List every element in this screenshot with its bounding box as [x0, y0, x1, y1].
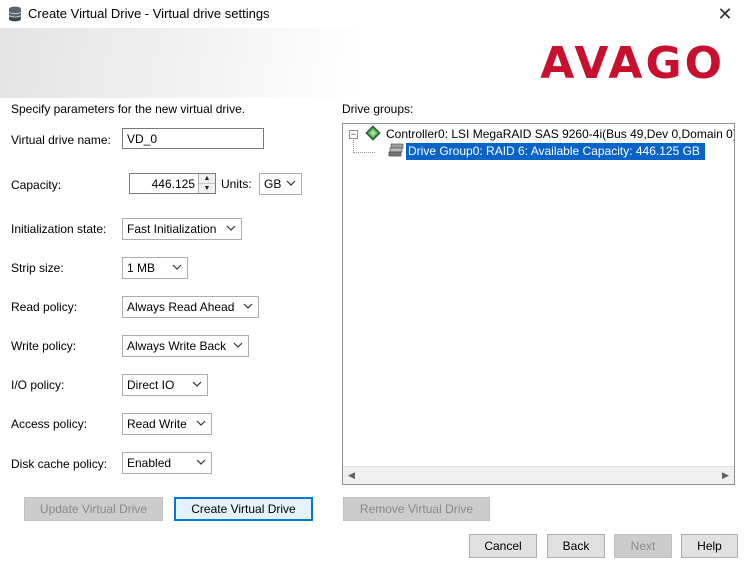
drive-groups-tree[interactable]: − Controller0: LSI MegaRAID SAS 9260-4i(… [342, 123, 735, 485]
chevron-down-icon [233, 342, 243, 348]
create-virtual-drive-button[interactable]: Create Virtual Drive [174, 497, 313, 521]
controller-node[interactable]: Controller0: LSI MegaRAID SAS 9260-4i(Bu… [386, 127, 734, 141]
capacity-spin-buttons: ▲ ▼ [198, 174, 215, 193]
units-label: Units: [221, 177, 252, 191]
drive-stack-icon [388, 143, 404, 157]
drive-groups-label: Drive groups: [342, 102, 414, 116]
next-button[interactable]: Next [614, 534, 672, 558]
remove-virtual-drive-button[interactable]: Remove Virtual Drive [343, 497, 490, 521]
capacity-label: Capacity: [11, 178, 62, 192]
chevron-down-icon [196, 420, 206, 426]
banner-gradient [0, 28, 360, 98]
spin-up-icon[interactable]: ▲ [199, 174, 215, 184]
database-icon [8, 6, 22, 22]
drive-group-node[interactable]: Drive Group0: RAID 6: Available Capacity… [406, 143, 705, 160]
update-virtual-drive-button[interactable]: Update Virtual Drive [24, 497, 163, 521]
initialization-state-value: Fast Initialization [127, 222, 217, 236]
header-banner: AVAGO [0, 28, 745, 98]
initialization-state-select[interactable]: Fast Initialization [122, 218, 242, 240]
window-title: Create Virtual Drive - Virtual drive set… [28, 6, 270, 21]
io-policy-select[interactable]: Direct IO [122, 374, 208, 396]
access-policy-select[interactable]: Read Write [122, 413, 212, 435]
io-policy-label: I/O policy: [11, 378, 65, 392]
chevron-down-icon [192, 381, 202, 387]
scroll-left-icon[interactable]: ◀ [343, 467, 360, 484]
controller-diamond-icon [365, 125, 381, 141]
avago-logo: AVAGO [540, 38, 725, 89]
access-policy-value: Read Write [127, 417, 187, 431]
chevron-down-icon [286, 180, 296, 186]
strip-size-label: Strip size: [11, 261, 64, 275]
strip-size-value: 1 MB [127, 261, 156, 275]
write-policy-select[interactable]: Always Write Back [122, 335, 249, 357]
virtual-drive-name-label: Virtual drive name: [11, 133, 111, 147]
title-bar: Create Virtual Drive - Virtual drive set… [0, 0, 745, 28]
instructions-text: Specify parameters for the new virtual d… [11, 102, 246, 116]
units-select[interactable]: GB [259, 173, 302, 195]
read-policy-select[interactable]: Always Read Ahead [122, 296, 259, 318]
read-policy-value: Always Read Ahead [127, 300, 235, 314]
write-policy-label: Write policy: [11, 339, 77, 353]
spin-down-icon[interactable]: ▼ [199, 184, 215, 193]
disk-cache-policy-select[interactable]: Enabled [122, 452, 212, 474]
initialization-state-label: Initialization state: [11, 222, 107, 236]
chevron-down-icon [196, 459, 206, 465]
virtual-drive-name-input[interactable] [122, 128, 264, 149]
close-icon: ✕ [717, 4, 733, 24]
chevron-down-icon [243, 303, 253, 309]
close-button[interactable]: ✕ [713, 2, 737, 26]
read-policy-label: Read policy: [11, 300, 78, 314]
write-policy-value: Always Write Back [127, 339, 227, 353]
strip-size-select[interactable]: 1 MB [122, 257, 188, 279]
help-button[interactable]: Help [681, 534, 738, 558]
capacity-value: 446.125 [151, 177, 195, 191]
chevron-down-icon [226, 225, 236, 231]
cancel-button[interactable]: Cancel [469, 534, 537, 558]
collapse-toggle-icon[interactable]: − [349, 130, 358, 139]
scroll-right-icon[interactable]: ▶ [717, 467, 734, 484]
chevron-down-icon [172, 264, 182, 270]
units-value: GB [264, 177, 282, 191]
access-policy-label: Access policy: [11, 417, 88, 431]
capacity-spinner[interactable]: 446.125 ▲ ▼ [129, 173, 216, 194]
horizontal-scrollbar[interactable]: ◀ ▶ [343, 466, 734, 484]
back-button[interactable]: Back [547, 534, 605, 558]
disk-cache-policy-label: Disk cache policy: [11, 457, 108, 471]
io-policy-value: Direct IO [127, 378, 175, 392]
tree-connector [353, 152, 375, 153]
disk-cache-policy-value: Enabled [127, 456, 172, 470]
